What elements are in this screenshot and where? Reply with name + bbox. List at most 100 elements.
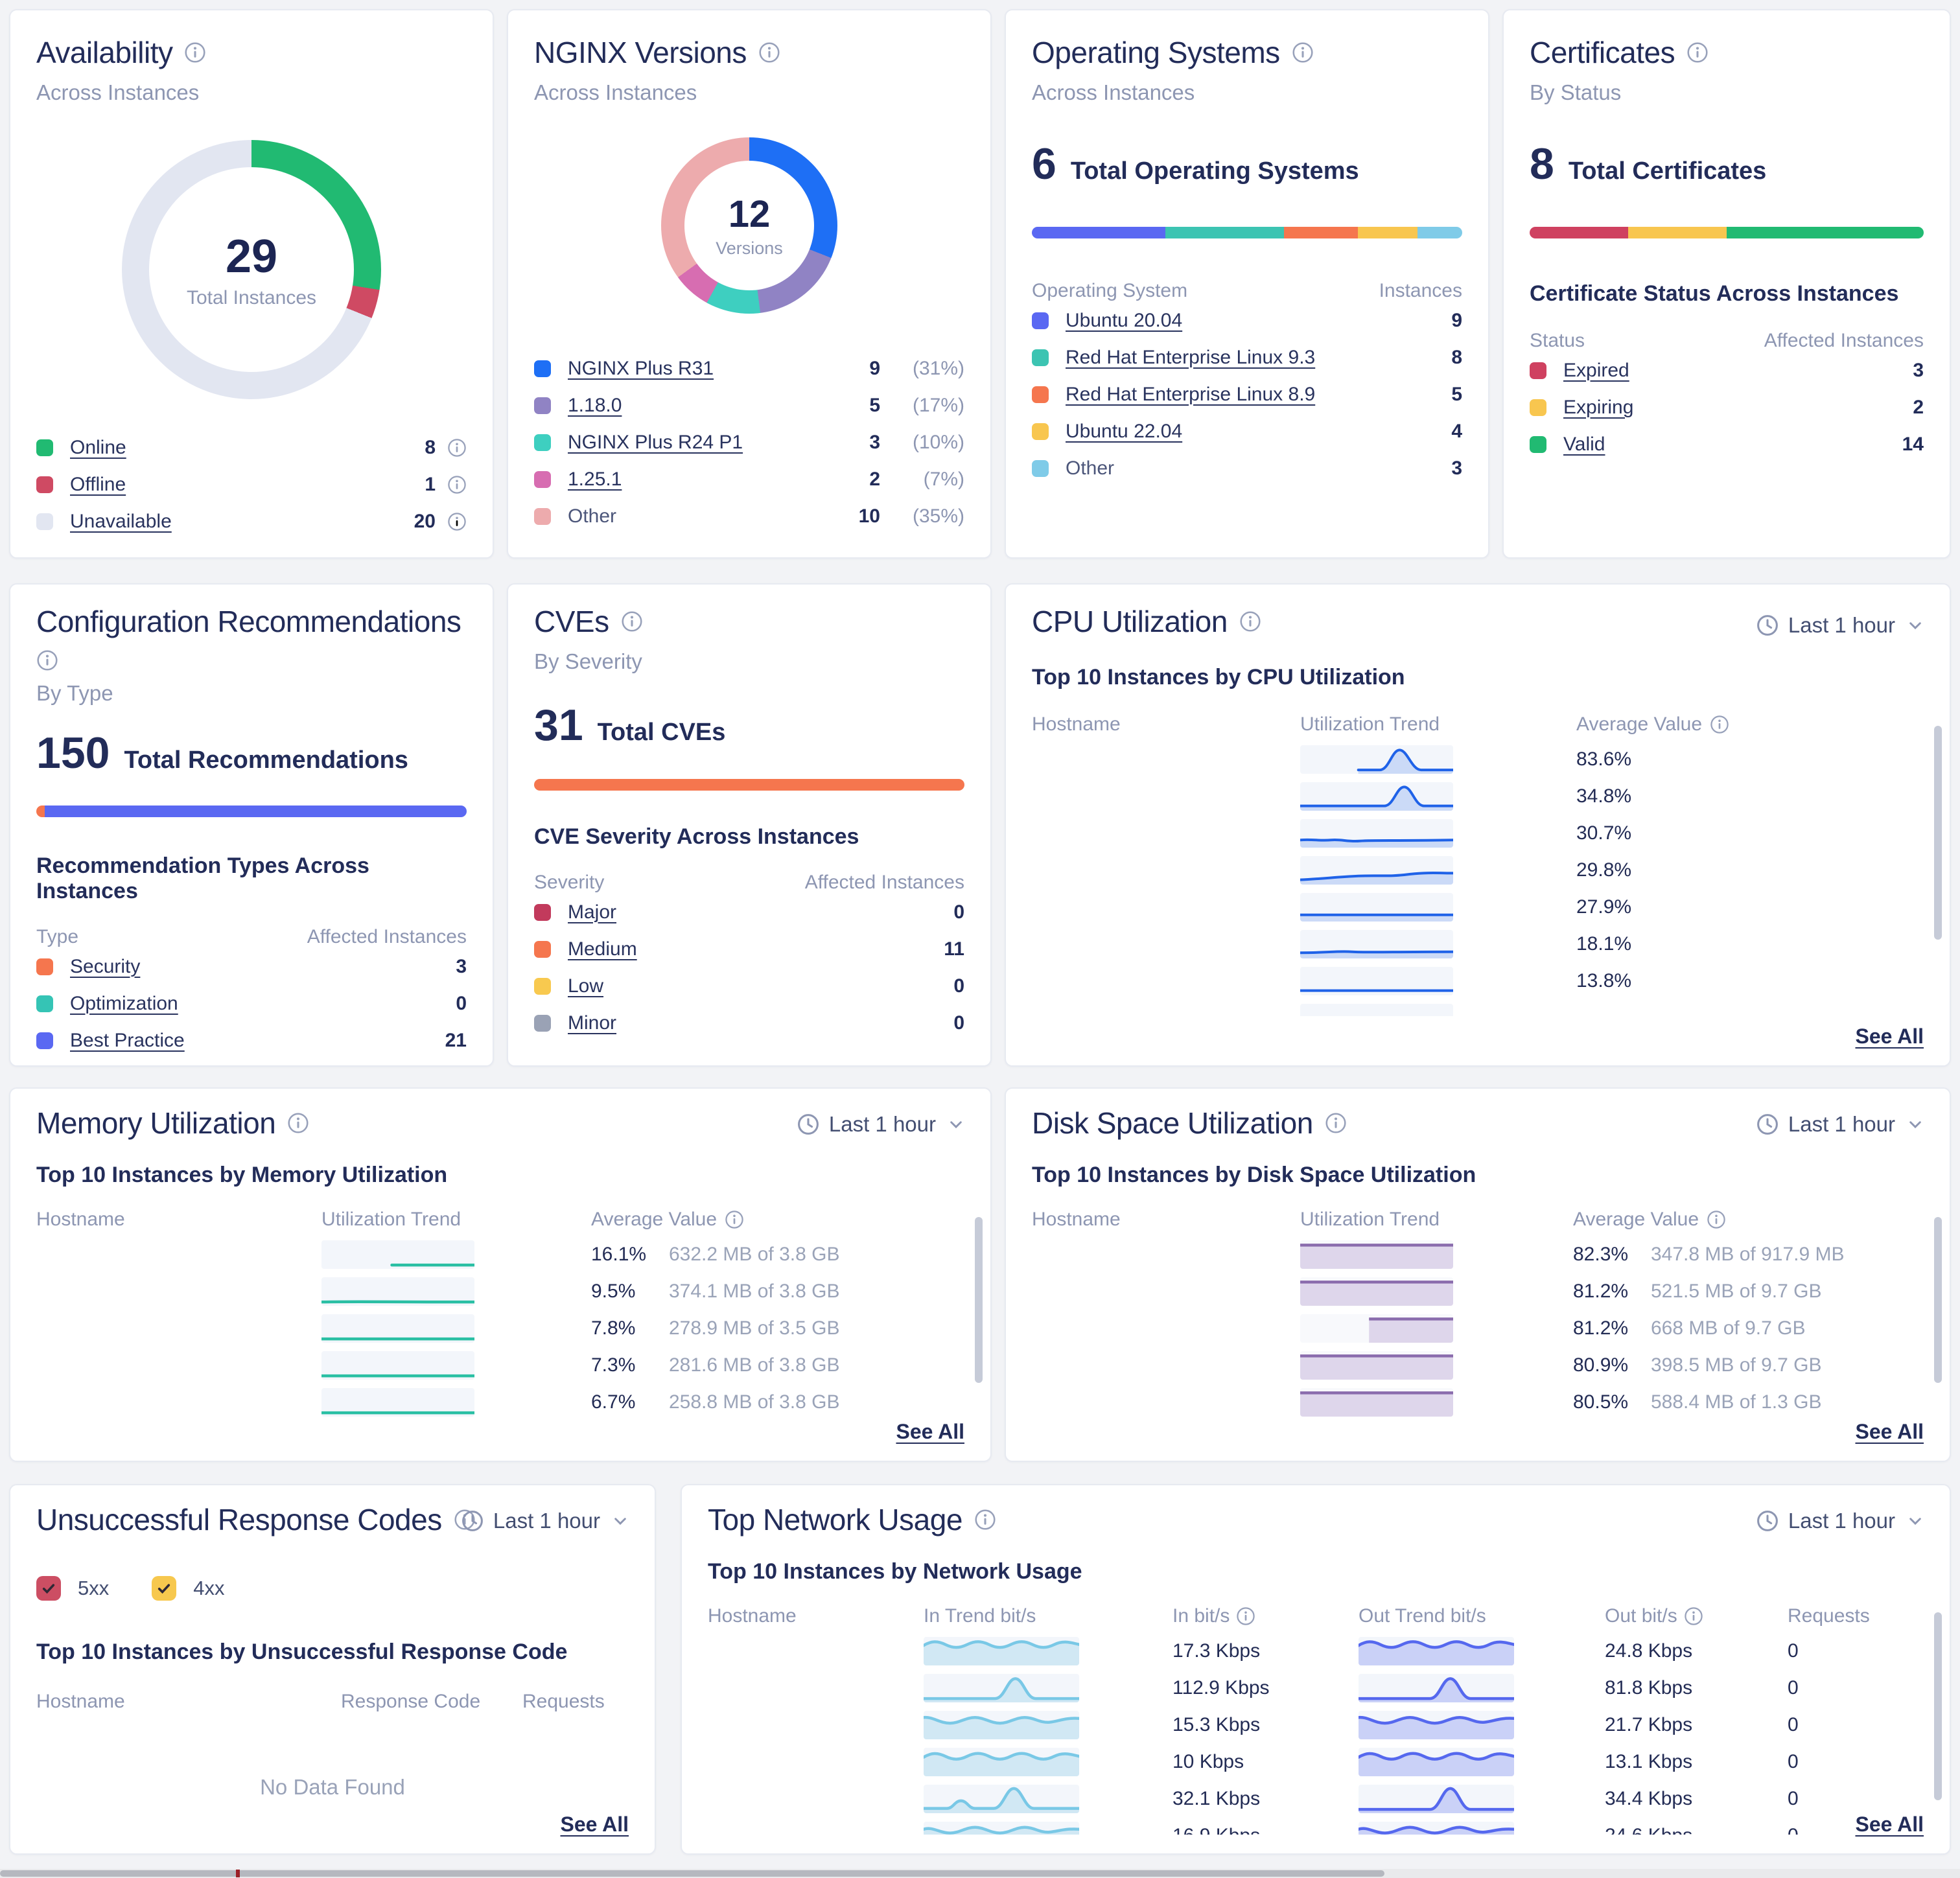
expired-link[interactable]: Expired bbox=[1563, 360, 1629, 382]
optimization-link[interactable]: Optimization bbox=[70, 993, 178, 1015]
availability-title: Availability bbox=[36, 35, 172, 70]
info-icon[interactable] bbox=[1686, 41, 1709, 64]
major-link[interactable]: Major bbox=[568, 901, 616, 923]
info-icon[interactable] bbox=[1236, 1606, 1255, 1626]
time-range-dropdown[interactable]: Last 1 hour bbox=[1756, 613, 1924, 638]
online-link[interactable]: Online bbox=[70, 437, 126, 459]
cpu-average-value: 34.8% bbox=[1576, 785, 1631, 807]
info-icon[interactable] bbox=[758, 41, 780, 64]
cve-severity-section: CVE Severity Across Instances bbox=[534, 824, 964, 850]
os-link[interactable]: Ubuntu 22.04 bbox=[1066, 421, 1182, 443]
time-range-dropdown[interactable]: Last 1 hour bbox=[461, 1509, 629, 1533]
table-row: Ubuntu 22.04 4 bbox=[1032, 413, 1462, 450]
memory-detail: 632.2 MB of 3.8 GB bbox=[669, 1244, 839, 1266]
vertical-scrollbar[interactable] bbox=[1934, 726, 1942, 940]
filter-5xx-label: 5xx bbox=[78, 1577, 109, 1600]
memory-sparkline bbox=[321, 1314, 474, 1343]
table-row: Medium 11 bbox=[534, 931, 964, 968]
cve-severity-bar bbox=[534, 779, 964, 791]
horizontal-scrollbar[interactable] bbox=[0, 1869, 1960, 1878]
see-all-link[interactable]: See All bbox=[896, 1420, 964, 1444]
table-row: Other 3 bbox=[1032, 450, 1462, 487]
os-link[interactable]: Red Hat Enterprise Linux 9.3 bbox=[1066, 347, 1315, 369]
os-link[interactable]: Red Hat Enterprise Linux 8.9 bbox=[1066, 384, 1315, 406]
cpu-sparkline bbox=[1300, 782, 1453, 811]
see-all-link[interactable]: See All bbox=[1855, 1813, 1924, 1837]
hostname-col-header: Hostname bbox=[1032, 713, 1300, 736]
see-all-link[interactable]: See All bbox=[1855, 1420, 1924, 1444]
info-icon[interactable] bbox=[1710, 715, 1729, 734]
low-link[interactable]: Low bbox=[568, 975, 603, 997]
operating-systems-title: Operating Systems bbox=[1032, 35, 1280, 70]
info-icon[interactable] bbox=[1325, 1112, 1347, 1134]
info-icon[interactable] bbox=[974, 1509, 996, 1531]
version-swatch bbox=[534, 360, 551, 377]
availability-subtitle: Across Instances bbox=[36, 80, 467, 105]
average-value-col-header: Average Value bbox=[1573, 1209, 1699, 1231]
info-icon[interactable] bbox=[447, 438, 467, 458]
expiring-link[interactable]: Expiring bbox=[1563, 397, 1633, 419]
valid-swatch bbox=[1530, 436, 1546, 453]
nginx-versions-donut-chart: 12 Versions bbox=[661, 137, 837, 314]
time-range-label: Last 1 hour bbox=[1788, 613, 1895, 638]
info-icon[interactable] bbox=[36, 649, 58, 671]
bar-segment-expired bbox=[1530, 227, 1628, 238]
version-link[interactable]: 1.18.0 bbox=[568, 395, 622, 417]
table-row: 7.3% 281.6 MB of 3.8 GB bbox=[36, 1347, 964, 1384]
offline-link[interactable]: Offline bbox=[70, 474, 126, 496]
vertical-scrollbar[interactable] bbox=[975, 1217, 983, 1383]
info-icon[interactable] bbox=[447, 475, 467, 494]
disk-section-heading: Top 10 Instances by Disk Space Utilizati… bbox=[1032, 1163, 1924, 1188]
affected-col-header: Affected Instances bbox=[307, 926, 467, 948]
minor-swatch bbox=[534, 1015, 551, 1032]
time-range-dropdown[interactable]: Last 1 hour bbox=[1756, 1112, 1924, 1137]
time-range-dropdown[interactable]: Last 1 hour bbox=[1756, 1509, 1924, 1533]
scrollbar-thumb[interactable] bbox=[0, 1870, 1384, 1877]
os-swatch bbox=[1032, 349, 1049, 366]
info-icon[interactable] bbox=[1292, 41, 1314, 64]
config-recommendations-subtitle: By Type bbox=[36, 681, 467, 706]
disk-detail: 347.8 MB of 917.9 MB bbox=[1651, 1244, 1845, 1266]
info-icon[interactable] bbox=[1684, 1606, 1703, 1626]
version-link[interactable]: 1.25.1 bbox=[568, 469, 622, 491]
nginx-versions-legend: NGINX Plus R31 9 (31%) 1.18.0 5 (17%) NG… bbox=[534, 350, 964, 535]
valid-link[interactable]: Valid bbox=[1563, 434, 1605, 456]
cpu-sparkline bbox=[1300, 745, 1453, 774]
info-icon[interactable] bbox=[621, 610, 643, 632]
os-instances: 3 bbox=[1451, 458, 1462, 480]
best-practice-link[interactable]: Best Practice bbox=[70, 1030, 185, 1052]
total-os-label: Total Operating Systems bbox=[1071, 157, 1359, 185]
trend-col-header: Utilization Trend bbox=[1300, 1209, 1453, 1231]
see-all-link[interactable]: See All bbox=[560, 1813, 629, 1837]
optimization-count: 0 bbox=[456, 993, 467, 1015]
version-link[interactable]: NGINX Plus R24 P1 bbox=[568, 432, 743, 454]
medium-link[interactable]: Medium bbox=[568, 938, 637, 960]
version-pct: (31%) bbox=[880, 358, 964, 380]
medium-swatch bbox=[534, 941, 551, 958]
trend-col-header: Utilization Trend bbox=[1300, 713, 1453, 736]
out-trend-col-header: Out Trend bit/s bbox=[1359, 1605, 1514, 1627]
optimization-swatch bbox=[36, 995, 53, 1012]
filter-5xx-checkbox[interactable] bbox=[36, 1576, 61, 1601]
info-icon[interactable] bbox=[287, 1112, 309, 1134]
time-range-dropdown[interactable]: Last 1 hour bbox=[797, 1112, 964, 1137]
vertical-scrollbar[interactable] bbox=[1934, 1612, 1942, 1800]
minor-link[interactable]: Minor bbox=[568, 1012, 616, 1034]
info-icon[interactable] bbox=[447, 512, 467, 531]
bar-segment-rhel93 bbox=[1165, 227, 1284, 238]
info-icon[interactable] bbox=[1239, 610, 1261, 632]
info-icon[interactable] bbox=[725, 1210, 744, 1229]
os-link[interactable]: Ubuntu 20.04 bbox=[1066, 310, 1182, 332]
info-icon[interactable] bbox=[184, 41, 206, 64]
version-link[interactable]: NGINX Plus R31 bbox=[568, 358, 714, 380]
table-row: 18.1% bbox=[1032, 925, 1924, 962]
bar-segment-ubuntu2004 bbox=[1032, 227, 1165, 238]
security-link[interactable]: Security bbox=[70, 956, 140, 978]
see-all-link[interactable]: See All bbox=[1855, 1025, 1924, 1049]
info-icon[interactable] bbox=[1707, 1210, 1726, 1229]
vertical-scrollbar[interactable] bbox=[1934, 1217, 1942, 1383]
clock-icon bbox=[1756, 1113, 1779, 1136]
network-section-heading: Top 10 Instances by Network Usage bbox=[708, 1559, 1924, 1584]
unavailable-link[interactable]: Unavailable bbox=[70, 511, 172, 533]
filter-4xx-checkbox[interactable] bbox=[152, 1576, 176, 1601]
